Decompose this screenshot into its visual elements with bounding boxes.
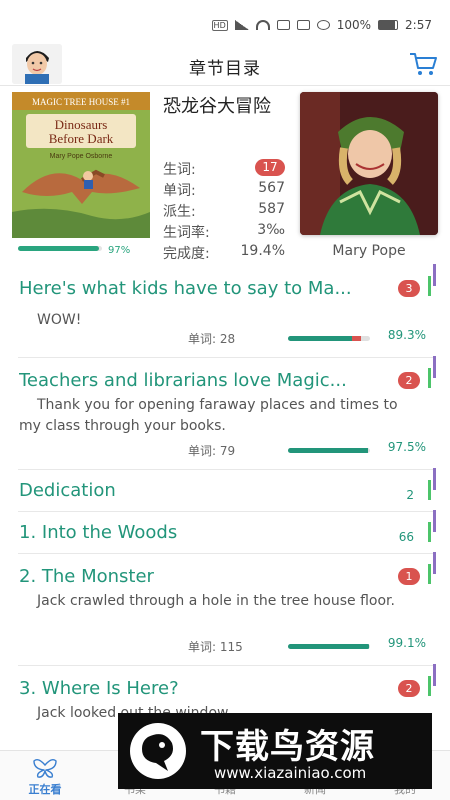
chapter-item[interactable]: 1. Into the Woods 66 xyxy=(18,510,436,554)
chapter-progress-label: 97.5% xyxy=(387,440,426,454)
new-words-badge: 17 xyxy=(255,159,285,176)
cart-button[interactable] xyxy=(408,50,438,78)
chapter-marker-green xyxy=(428,564,431,584)
chapter-word-count: 单词: 115 xyxy=(188,640,243,654)
cover-title-line1: Dinosaurs xyxy=(55,117,108,132)
stat-value: 19.4% xyxy=(240,243,285,259)
butterfly-icon xyxy=(33,758,57,778)
chapter-progress-label: 99.1% xyxy=(387,636,426,650)
stat-words: 单词: 567 xyxy=(163,180,285,200)
hd-icon: HD xyxy=(211,19,228,31)
stat-new-word-rate: 生词率: 3‰ xyxy=(163,222,285,242)
stat-value: 567 xyxy=(258,180,285,196)
chapter-progress-fill xyxy=(288,336,362,341)
chapter-marker-purple xyxy=(433,664,436,686)
book-progress-label: 97% xyxy=(108,245,131,256)
cover-author-text: Mary Pope Osborne xyxy=(50,153,113,160)
chapter-marker-green xyxy=(428,480,431,500)
watermark-text: 下载鸟资源 xyxy=(200,727,375,767)
stat-completion: 完成度: 19.4% xyxy=(163,243,285,263)
battery-icon xyxy=(378,20,399,30)
book-cover-image: MAGIC TREE HOUSE #1 Dinosaurs Before Dar… xyxy=(12,92,150,238)
stat-value: 587 xyxy=(258,201,285,217)
chapter-title: 2. The Monster xyxy=(19,566,154,587)
chapter-progress-bar xyxy=(288,644,370,649)
chapter-marker-purple xyxy=(433,552,436,574)
chapter-title: Dedication xyxy=(19,480,116,501)
battery-percent: 100% xyxy=(336,18,372,32)
chapter-count: 66 xyxy=(398,530,414,544)
chapter-item[interactable]: Dedication 2 xyxy=(18,468,436,512)
chapter-item[interactable]: 2. The Monster 1 Jack crawled through a … xyxy=(18,552,436,666)
status-time: 2:57 xyxy=(405,18,432,32)
nfc-icon xyxy=(296,20,310,30)
stat-derived: 派生: 587 xyxy=(163,201,285,221)
stat-label: 派生: xyxy=(163,204,196,220)
chapter-progress-label: 89.3% xyxy=(387,328,426,342)
app-notification-icon xyxy=(276,20,290,30)
chapter-snippet: Thank you for opening faraway places and… xyxy=(19,397,398,434)
cover-series-text: MAGIC TREE HOUSE #1 xyxy=(32,97,130,107)
chapter-word-count: 单词: 79 xyxy=(188,444,236,458)
book-progress-bar xyxy=(18,246,102,251)
chapter-marker-purple xyxy=(433,264,436,286)
chapter-new-words-badge: 2 xyxy=(398,372,420,389)
book-title: 恐龙谷大冒险 xyxy=(163,96,271,117)
author-name: Mary Pope xyxy=(332,243,406,259)
chapter-marker-green xyxy=(428,522,431,542)
watermark-logo xyxy=(130,723,186,779)
author-photo-image xyxy=(300,92,438,235)
chapter-progress-bar xyxy=(288,448,370,453)
page-title: 章节目录 xyxy=(189,59,261,79)
chapter-title: Teachers and librarians love Magic... xyxy=(19,370,347,391)
signal-icon xyxy=(234,20,249,30)
watermark: 下载鸟资源 www.xiazainiao.com xyxy=(118,713,432,789)
chapter-title: Here's what kids have to say to Ma... xyxy=(19,278,352,299)
watermark-url: www.xiazainiao.com xyxy=(214,764,367,782)
chapter-new-words-badge: 1 xyxy=(398,568,420,585)
stat-value: 3‰ xyxy=(257,222,285,238)
wifi-icon xyxy=(255,20,270,30)
chapter-new-words-badge: 2 xyxy=(398,680,420,697)
nav-tab-reading[interactable]: 正在看 xyxy=(10,757,80,797)
chapter-count: 2 xyxy=(406,488,414,502)
stat-label: 完成度: xyxy=(163,246,210,262)
chapter-snippet: WOW! xyxy=(37,312,82,328)
chapter-marker-purple xyxy=(433,356,436,378)
chapter-marker-purple xyxy=(433,468,436,490)
stat-label: 生词率: xyxy=(163,225,210,241)
stat-new-words: 生词: 17 xyxy=(163,159,285,179)
nav-label: 正在看 xyxy=(28,783,62,796)
cover-title-line2: Before Dark xyxy=(49,131,114,146)
chapter-progress-bar xyxy=(288,336,370,341)
app-header: 章节目录 xyxy=(0,42,450,86)
book-progress-fill xyxy=(18,246,100,251)
chapter-title: 3. Where Is Here? xyxy=(19,678,179,699)
status-bar: HD 100% 2:57 xyxy=(0,0,450,42)
chapter-marker-purple xyxy=(433,510,436,532)
cart-icon xyxy=(410,53,437,75)
chapter-progress-fill xyxy=(288,448,368,453)
chapter-marker-green xyxy=(428,276,431,296)
alarm-icon xyxy=(316,20,330,30)
chapter-snippet: Jack crawled through a hole in the tree … xyxy=(37,593,395,609)
chapter-item[interactable]: Here's what kids have to say to Ma... 3 … xyxy=(18,264,436,358)
author-photo[interactable] xyxy=(300,92,438,235)
chapter-title: 1. Into the Woods xyxy=(19,522,178,543)
book-cover[interactable]: MAGIC TREE HOUSE #1 Dinosaurs Before Dar… xyxy=(12,92,150,238)
chapter-new-words-badge: 3 xyxy=(398,280,420,297)
status-icons: HD 100% 2:57 xyxy=(211,18,432,32)
stat-label: 单词: xyxy=(163,183,196,199)
chapter-progress-fill xyxy=(288,644,370,649)
stat-label: 生词: xyxy=(163,162,196,178)
chapter-marker-green xyxy=(428,676,431,696)
chapter-word-count: 单词: 28 xyxy=(188,332,236,346)
chapter-marker-green xyxy=(428,368,431,388)
chapter-item[interactable]: Teachers and librarians love Magic... 2 … xyxy=(18,356,436,470)
